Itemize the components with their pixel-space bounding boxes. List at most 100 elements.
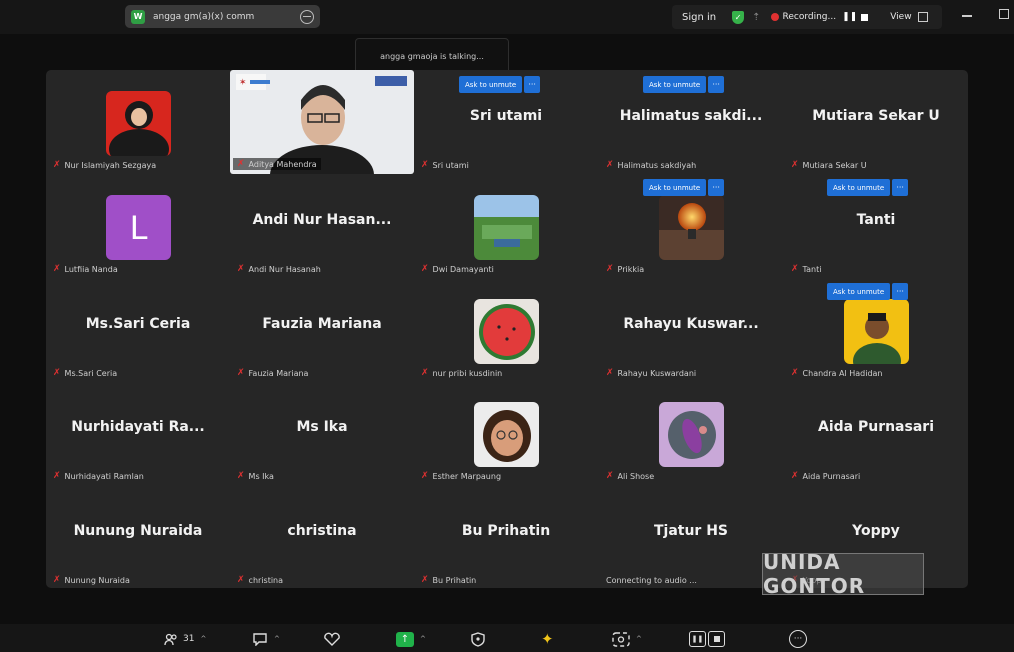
- participant-tile[interactable]: ✗ Esther Marpaung: [414, 381, 598, 485]
- ask-to-unmute-button[interactable]: Ask to unmute: [827, 179, 891, 196]
- muted-mic-icon: ✗: [237, 368, 245, 378]
- share-screen-button[interactable]: ↑ ^: [396, 631, 426, 647]
- apps-icon: [612, 631, 630, 647]
- sign-in-link[interactable]: Sign in: [682, 12, 716, 23]
- participant-label-text: Aditya Mahendra: [248, 159, 317, 169]
- avatar: [659, 402, 724, 467]
- chevron-up-icon[interactable]: ^: [636, 635, 642, 643]
- participant-tile[interactable]: christina ✗ christina: [230, 485, 414, 589]
- ask-to-unmute-group: Ask to unmute ···: [643, 76, 725, 93]
- apps-button[interactable]: ^: [612, 631, 642, 647]
- ask-to-unmute-button[interactable]: Ask to unmute: [643, 179, 707, 196]
- view-grid-icon[interactable]: [917, 12, 928, 22]
- muted-mic-icon: ✗: [53, 264, 61, 274]
- stop-icon[interactable]: [708, 631, 725, 647]
- meeting-info-pill[interactable]: W angga gm(a)(x) comm: [125, 5, 320, 28]
- ask-to-unmute-button[interactable]: Ask to unmute: [643, 76, 707, 93]
- ask-to-unmute-group: Ask to unmute ···: [643, 179, 725, 196]
- participant-name-large: Tjatur HS: [653, 523, 729, 539]
- participant-name-large: Nurhidayati Ra...: [71, 419, 205, 435]
- ask-to-unmute-button[interactable]: Ask to unmute: [459, 76, 523, 93]
- recording-controls[interactable]: ❚❚: [689, 631, 725, 647]
- participant-tile[interactable]: Andi Nur Hasan... ✗ Andi Nur Hasanah: [230, 174, 414, 278]
- ask-to-unmute-button[interactable]: Ask to unmute: [827, 283, 891, 300]
- muted-mic-icon: ✗: [237, 575, 245, 585]
- participant-label-text: Dwi Damayanti: [432, 264, 494, 274]
- participant-tile[interactable]: Nunung Nuraida ✗ Nunung Nuraida: [46, 485, 230, 589]
- ai-companion-button[interactable]: ✦: [541, 630, 554, 648]
- participant-tile[interactable]: Aida Purnasari ✗ Aida Purnasari: [784, 381, 968, 485]
- stop-recording-icon[interactable]: [861, 13, 869, 21]
- ask-to-unmute-group: Ask to unmute ···: [827, 179, 909, 196]
- recording-dot-icon: [770, 13, 779, 21]
- participant-tile[interactable]: ✶ ✗ Aditya Mahendra: [230, 70, 414, 174]
- participant-label-text: Mutiara Sekar U: [802, 160, 867, 170]
- more-options-icon[interactable]: ···: [524, 76, 541, 93]
- participant-tile[interactable]: Tjatur HS Connecting to audio ...: [599, 485, 783, 589]
- more-options-icon[interactable]: ···: [892, 179, 909, 196]
- window-minimize-icon[interactable]: [962, 15, 972, 17]
- participant-tile[interactable]: Fauzia Mariana ✗ Fauzia Mariana: [230, 278, 414, 382]
- top-right-controls: Sign in ✓ ⇡ Recording... ❚❚ View: [672, 5, 942, 29]
- participant-label: ✗ Chandra Al Hadidan: [791, 368, 883, 378]
- chevron-up-icon[interactable]: ^: [200, 635, 206, 643]
- participant-tile[interactable]: ✗ Nur Islamiyah Sezgaya: [46, 70, 230, 174]
- participant-label: ✗ nur pribi kusdinin: [421, 368, 502, 378]
- heart-icon: [324, 632, 340, 646]
- security-shield-icon[interactable]: ✓: [732, 10, 745, 24]
- participants-button[interactable]: 31 ^: [164, 631, 206, 647]
- window-maximize-icon[interactable]: [999, 9, 1009, 19]
- muted-mic-icon: ✗: [421, 471, 429, 481]
- participant-tile[interactable]: Ms.Sari Ceria ✗ Ms.Sari Ceria: [46, 278, 230, 382]
- participant-label: ✗ Andi Nur Hasanah: [237, 264, 321, 274]
- participant-tile[interactable]: Ms Ika ✗ Ms Ika: [230, 381, 414, 485]
- more-dots-icon: ···: [789, 630, 807, 648]
- avatar: L: [106, 195, 171, 260]
- participant-tile[interactable]: ✗ nur pribi kusdinin: [414, 278, 598, 382]
- participant-label: ✗ Sri utami: [421, 160, 469, 170]
- avatar: [474, 402, 539, 467]
- participant-label: ✗ Bu Prihatin: [421, 575, 476, 585]
- pause-icon[interactable]: ❚❚: [689, 631, 706, 647]
- participant-label: ✗ Rahayu Kuswardani: [606, 368, 696, 378]
- participants-icon: [164, 633, 177, 645]
- participant-label-text: Chandra Al Hadidan: [802, 368, 883, 378]
- chevron-up-icon[interactable]: ^: [420, 635, 426, 643]
- react-button[interactable]: [323, 631, 341, 647]
- participant-label-text: Bu Prihatin: [432, 575, 477, 585]
- muted-mic-icon: ✗: [606, 160, 614, 170]
- participant-label: ✗ Nurhidayati Ramlan: [53, 471, 144, 481]
- avatar: [474, 299, 539, 364]
- participant-tile[interactable]: Rahayu Kuswar... ✗ Rahayu Kuswardani: [599, 278, 783, 382]
- participant-label: ✗ Nur Islamiyah Sezgaya: [53, 160, 156, 170]
- muted-mic-icon: ✗: [606, 368, 614, 378]
- minimize-circle-icon[interactable]: [300, 9, 314, 24]
- pause-recording-icon[interactable]: ❚❚: [842, 12, 857, 22]
- participant-tile[interactable]: Nurhidayati Ra... ✗ Nurhidayati Ramlan: [46, 381, 230, 485]
- participant-tile[interactable]: L ✗ Lutfiia Nanda: [46, 174, 230, 278]
- chat-button[interactable]: ^: [252, 631, 280, 647]
- participant-label: ✗ christina: [237, 575, 283, 585]
- participant-tile[interactable]: ✗ Dwi Damayanti: [414, 174, 598, 278]
- participant-tile[interactable]: ✗ Ali Shose: [599, 381, 783, 485]
- participant-label-text: Nurhidayati Ramlan: [64, 471, 144, 481]
- muted-mic-icon: ✗: [606, 471, 614, 481]
- chevron-up-icon[interactable]: ^: [274, 635, 280, 643]
- participant-label-text: Tanti: [802, 264, 822, 274]
- participant-label: ✗ Prikkia: [606, 264, 644, 274]
- participant-name-large: Mutiara Sekar U: [812, 108, 940, 124]
- participant-label: ✗ Fauzia Mariana: [237, 368, 308, 378]
- participant-name-large: Sri utami: [469, 108, 543, 124]
- more-options-icon[interactable]: ···: [892, 283, 909, 300]
- more-button[interactable]: ···: [789, 630, 807, 648]
- view-button[interactable]: View: [890, 12, 911, 22]
- participant-label: ✗ Ms.Sari Ceria: [53, 368, 117, 378]
- participant-tile[interactable]: Bu Prihatin ✗ Bu Prihatin: [414, 485, 598, 589]
- participant-name-large: Ms Ika: [296, 419, 348, 435]
- more-options-icon[interactable]: ···: [708, 179, 725, 196]
- participant-label-text: Ms.Sari Ceria: [64, 368, 118, 378]
- host-tools-button[interactable]: [471, 631, 485, 647]
- participant-name-large: Nunung Nuraida: [73, 523, 203, 539]
- more-options-icon[interactable]: ···: [708, 76, 725, 93]
- participant-tile[interactable]: Mutiara Sekar U ✗ Mutiara Sekar U: [784, 70, 968, 174]
